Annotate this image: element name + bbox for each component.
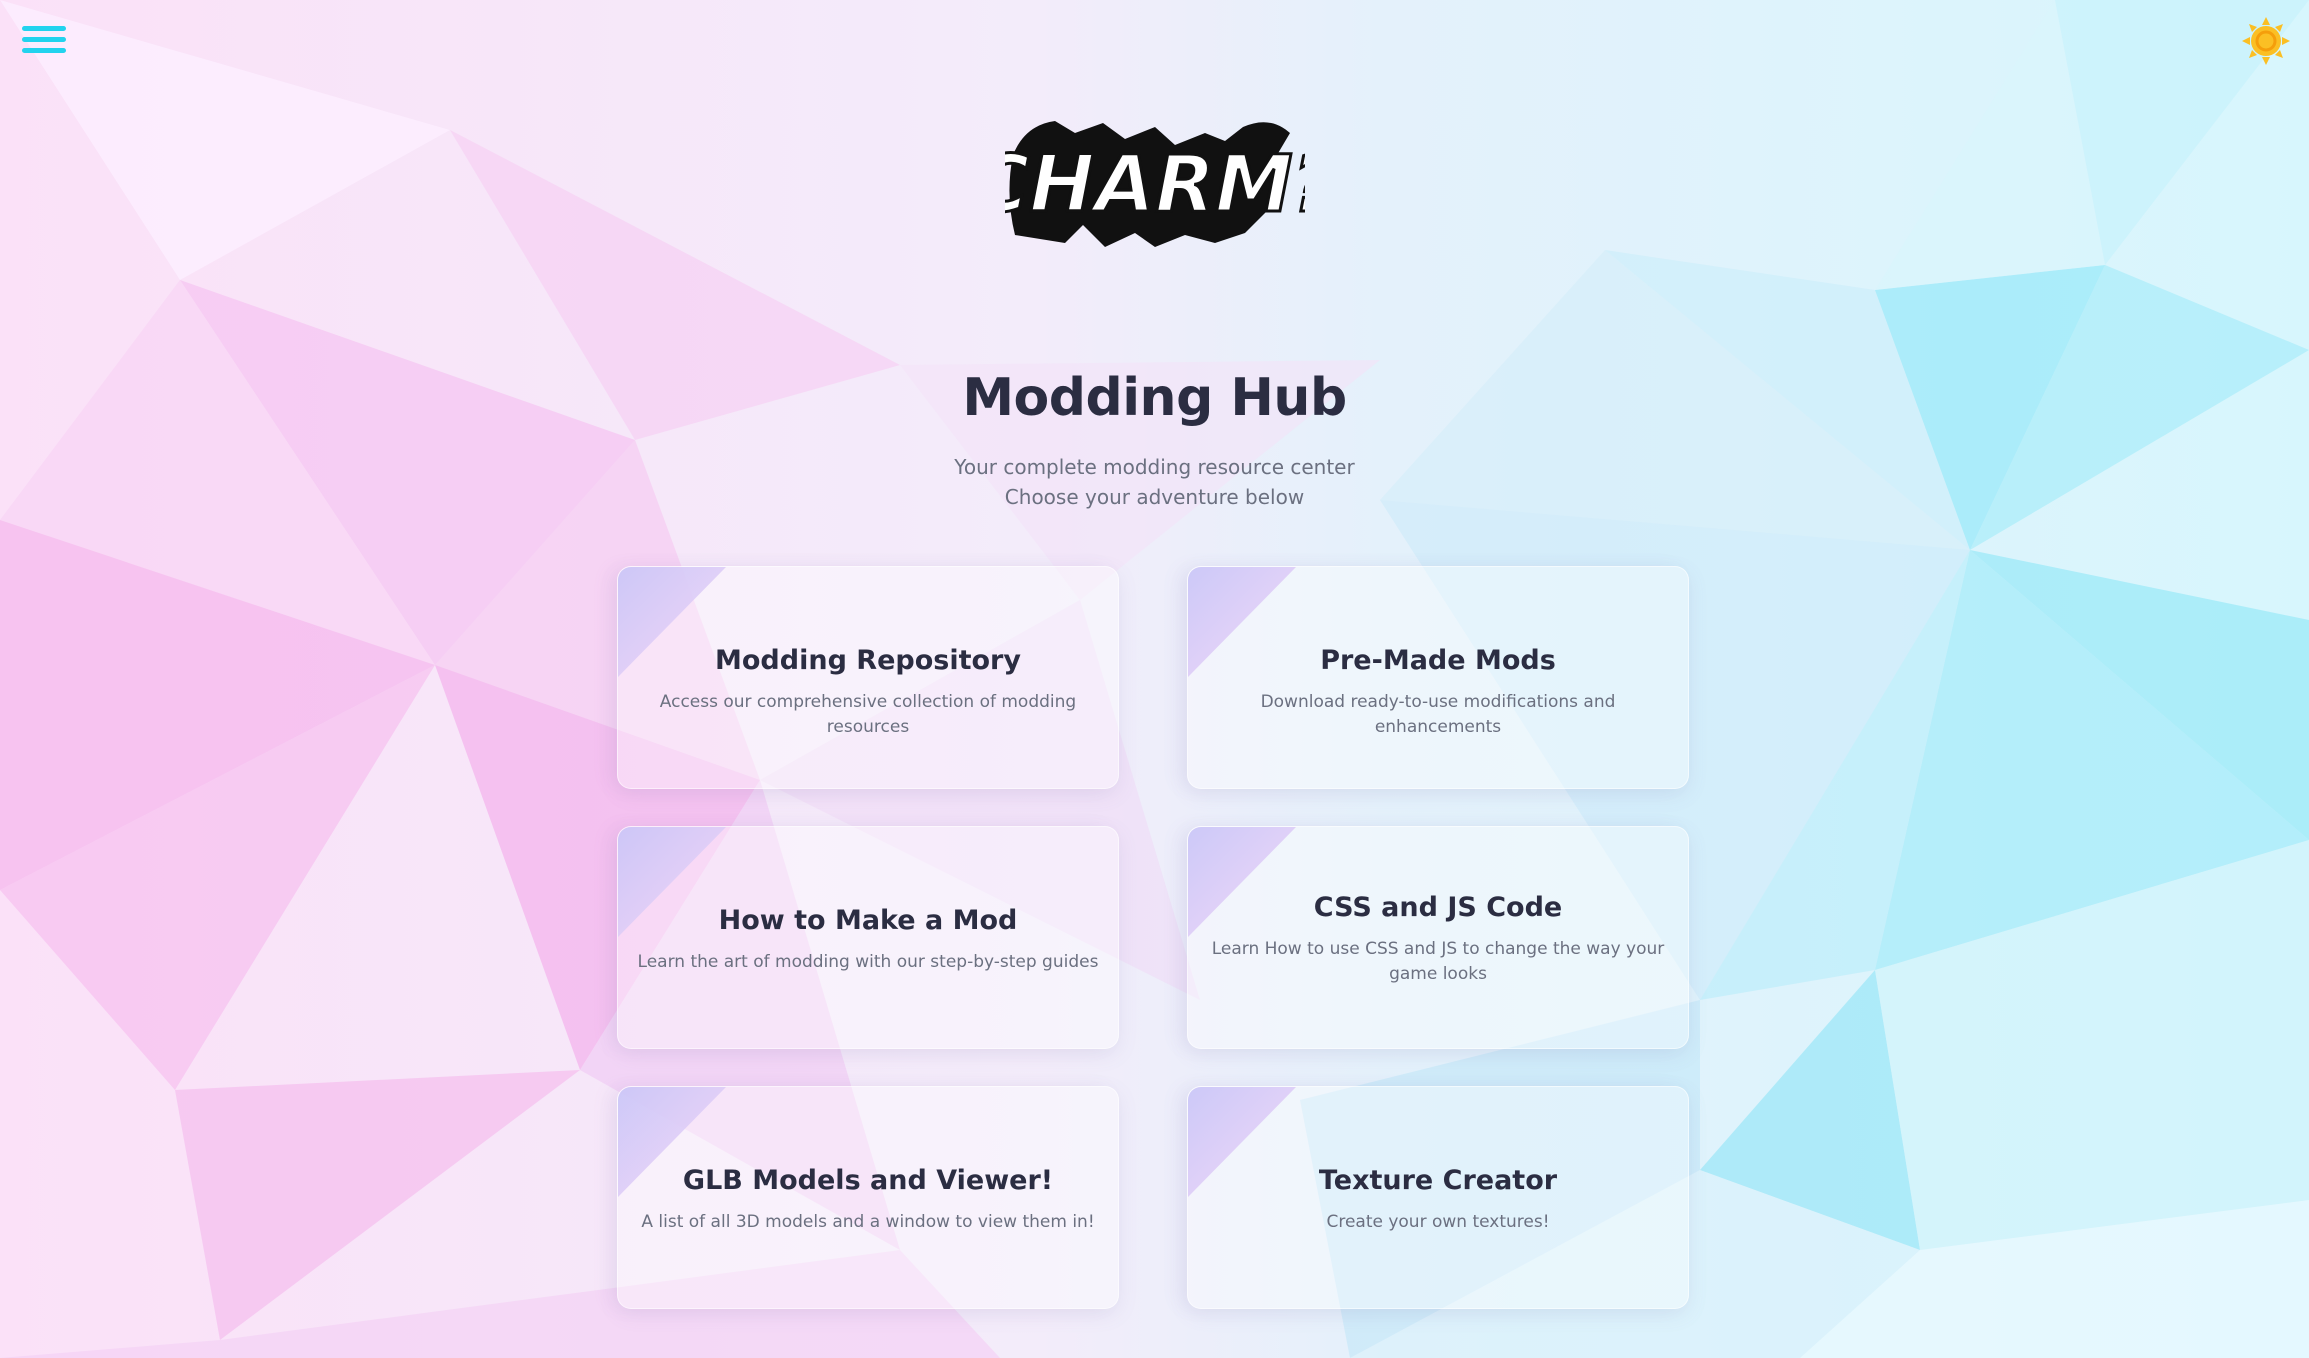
card-title: Modding Repository bbox=[715, 645, 1021, 676]
sun-icon[interactable] bbox=[2241, 16, 2291, 66]
hero-section: Modding Hub Your complete modding resour… bbox=[0, 368, 2309, 512]
hamburger-menu-icon[interactable] bbox=[22, 26, 66, 56]
card-how-to-make-a-mod[interactable]: How to Make a Mod Learn the art of moddi… bbox=[617, 826, 1119, 1049]
subtitle-line-1: Your complete modding resource center bbox=[954, 455, 1355, 479]
card-description: Learn the art of modding with our step-b… bbox=[637, 952, 1099, 972]
card-css-and-js-code[interactable]: CSS and JS Code Learn How to use CSS and… bbox=[1187, 826, 1689, 1049]
card-title: How to Make a Mod bbox=[718, 905, 1018, 936]
page-subtitle: Your complete modding resource center Ch… bbox=[0, 452, 2309, 512]
card-title: Pre-Made Mods bbox=[1320, 645, 1556, 676]
card-title: Texture Creator bbox=[1318, 1165, 1558, 1196]
card-texture-creator[interactable]: Texture Creator Create your own textures… bbox=[1187, 1086, 1689, 1309]
page-title: Modding Hub bbox=[962, 368, 1347, 428]
card-title: GLB Models and Viewer! bbox=[682, 1165, 1054, 1196]
card-description: Learn How to use CSS and JS to change th… bbox=[1211, 939, 1665, 984]
card-pre-made-mods[interactable]: Pre-Made Mods Download ready-to-use modi… bbox=[1187, 566, 1689, 789]
svg-text:CHARM?: CHARM? bbox=[1005, 140, 1305, 230]
card-modding-repository[interactable]: Modding Repository Access our comprehens… bbox=[617, 566, 1119, 789]
card-description: Access our comprehensive collection of m… bbox=[659, 692, 1077, 737]
card-description: Create your own textures! bbox=[1326, 1212, 1550, 1232]
card-description: Download ready-to-use modifications and … bbox=[1260, 692, 1616, 737]
card-title: CSS and JS Code bbox=[1313, 892, 1563, 923]
card-glb-models-and-viewer[interactable]: GLB Models and Viewer! A list of all 3D … bbox=[617, 1086, 1119, 1309]
charm-logo: CHARM? bbox=[971, 115, 1339, 255]
subtitle-line-2: Choose your adventure below bbox=[1004, 485, 1305, 509]
card-description: A list of all 3D models and a window to … bbox=[641, 1212, 1095, 1232]
